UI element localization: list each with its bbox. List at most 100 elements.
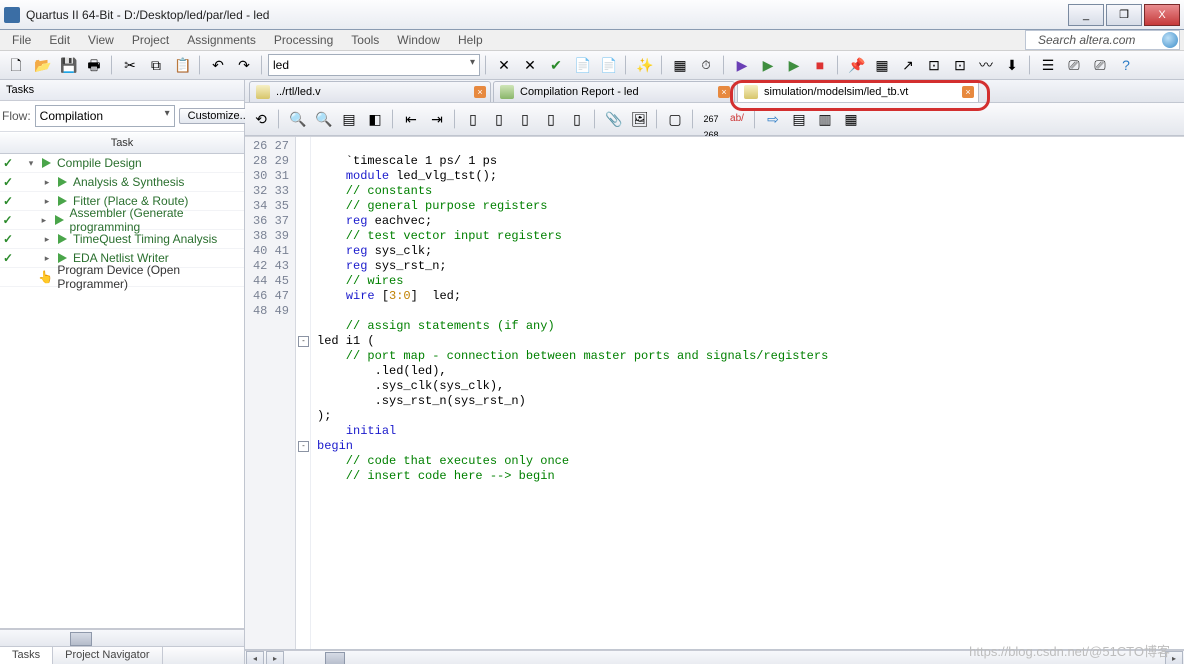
image-icon[interactable]: 🖼: [627, 107, 651, 131]
play-icon[interactable]: [58, 234, 67, 244]
btn1-icon[interactable]: ▯: [461, 107, 485, 131]
analyze-icon[interactable]: ▶: [756, 53, 780, 77]
layout2-icon[interactable]: ▥: [813, 107, 837, 131]
doc-icon[interactable]: 📄: [570, 53, 594, 77]
new-file-icon[interactable]: 🗋: [4, 53, 28, 77]
btn4-icon[interactable]: ▯: [539, 107, 563, 131]
task-expander-icon[interactable]: ▸: [42, 253, 52, 264]
play-icon[interactable]: [58, 177, 67, 187]
menu-window[interactable]: Window: [389, 32, 448, 48]
settings2-icon[interactable]: ✕: [518, 53, 542, 77]
wave-icon[interactable]: 〰: [974, 53, 998, 77]
menu-processing[interactable]: Processing: [266, 32, 341, 48]
settings-icon[interactable]: ✕: [492, 53, 516, 77]
synth-icon[interactable]: ▶: [782, 53, 806, 77]
menu-edit[interactable]: Edit: [41, 32, 78, 48]
btn3-icon[interactable]: ▯: [513, 107, 537, 131]
play-icon[interactable]: [42, 158, 51, 168]
menu-view[interactable]: View: [80, 32, 122, 48]
save-icon[interactable]: 💾: [56, 53, 80, 77]
search-altera-input[interactable]: Search altera.com: [1025, 30, 1180, 50]
play-icon[interactable]: [58, 253, 67, 263]
tasks-hscroll[interactable]: [0, 629, 244, 646]
ab-icon[interactable]: ab/: [725, 107, 749, 131]
check-icon[interactable]: ✔: [544, 53, 568, 77]
task-row[interactable]: ✓▸Analysis & Synthesis: [0, 173, 244, 192]
print-icon[interactable]: 🖶: [82, 53, 106, 77]
pin-icon[interactable]: 📌: [844, 53, 868, 77]
btn5-icon[interactable]: ▯: [565, 107, 589, 131]
file-tab[interactable]: ../rtl/led.v×: [249, 81, 491, 102]
compile-icon[interactable]: ▶: [730, 53, 754, 77]
task-expander-icon[interactable]: ▸: [42, 234, 52, 245]
arrow-icon[interactable]: ↗: [896, 53, 920, 77]
play-icon[interactable]: [55, 215, 64, 225]
layout3-icon[interactable]: ▦: [839, 107, 863, 131]
toggle-icon[interactable]: ◧: [363, 107, 387, 131]
menu-file[interactable]: File: [4, 32, 39, 48]
cut-icon[interactable]: ✂: [118, 53, 142, 77]
nav-back-icon[interactable]: ⟲: [249, 107, 273, 131]
left-tab-project-navigator[interactable]: Project Navigator: [53, 647, 162, 664]
close-tab-icon[interactable]: ×: [474, 86, 486, 98]
indent-icon[interactable]: ⇥: [425, 107, 449, 131]
replace-icon[interactable]: 🔍: [311, 107, 335, 131]
close-tab-icon[interactable]: ×: [962, 86, 974, 98]
redo-icon[interactable]: ↷: [232, 53, 256, 77]
code-content[interactable]: `timescale 1 ps/ 1 ps module led_vlg_tst…: [311, 137, 1184, 649]
num-icon[interactable]: 267268: [699, 107, 723, 131]
doc2-icon[interactable]: 📄: [596, 53, 620, 77]
code-editor[interactable]: 26 27 28 29 30 31 32 33 34 35 36 37 38 3…: [245, 136, 1184, 650]
flow-select[interactable]: Compilation: [35, 105, 175, 127]
chip-icon[interactable]: ▦: [668, 53, 692, 77]
task-row[interactable]: 👆Program Device (Open Programmer): [0, 268, 244, 287]
undo-icon[interactable]: ↶: [206, 53, 230, 77]
menu-tools[interactable]: Tools: [343, 32, 387, 48]
close-tab-icon[interactable]: ×: [718, 86, 730, 98]
maximize-button[interactable]: ❐: [1106, 4, 1142, 26]
fold-column[interactable]: --: [296, 137, 311, 649]
left-tab-tasks[interactable]: Tasks: [0, 647, 53, 664]
goto-icon[interactable]: ⇨: [761, 107, 785, 131]
btn2-icon[interactable]: ▯: [487, 107, 511, 131]
task-row[interactable]: ✓▸TimeQuest Timing Analysis: [0, 230, 244, 249]
close-button[interactable]: X: [1144, 4, 1180, 26]
task-expander-icon[interactable]: ▸: [39, 215, 48, 226]
scroll-left-icon[interactable]: ◂: [246, 651, 264, 664]
tools3-icon[interactable]: ⎚: [1088, 53, 1112, 77]
tools2-icon[interactable]: ⎚: [1062, 53, 1086, 77]
fold-icon[interactable]: -: [298, 336, 309, 347]
file-tab[interactable]: simulation/modelsim/led_tb.vt×: [737, 81, 979, 102]
file-tab[interactable]: Compilation Report - led×: [493, 81, 735, 102]
programmer-icon[interactable]: ⬇: [1000, 53, 1024, 77]
doc-toggle-icon[interactable]: ▢: [663, 107, 687, 131]
scroll-right-icon[interactable]: ▸: [266, 651, 284, 664]
outdent-icon[interactable]: ⇤: [399, 107, 423, 131]
scroll-thumb[interactable]: [70, 632, 92, 646]
editor-scroll-thumb[interactable]: [325, 652, 345, 664]
gate2-icon[interactable]: ⊡: [948, 53, 972, 77]
menu-project[interactable]: Project: [124, 32, 177, 48]
gate-icon[interactable]: ⊡: [922, 53, 946, 77]
find-icon[interactable]: 🔍: [285, 107, 309, 131]
tools1-icon[interactable]: ☰: [1036, 53, 1060, 77]
help-icon[interactable]: ?: [1114, 53, 1138, 77]
task-row[interactable]: ✓▸Assembler (Generate programming: [0, 211, 244, 230]
attach-icon[interactable]: 📎: [601, 107, 625, 131]
task-row[interactable]: ✓▾Compile Design: [0, 154, 244, 173]
minimize-button[interactable]: _: [1068, 4, 1104, 26]
task-expander-icon[interactable]: ▸: [42, 196, 52, 207]
project-combo[interactable]: led: [268, 54, 480, 76]
paste-icon[interactable]: 📋: [170, 53, 194, 77]
menu-help[interactable]: Help: [450, 32, 491, 48]
fold-icon[interactable]: -: [298, 441, 309, 452]
stop-icon[interactable]: ■: [808, 53, 832, 77]
layout1-icon[interactable]: ▤: [787, 107, 811, 131]
task-expander-icon[interactable]: ▾: [26, 158, 36, 169]
wand-icon[interactable]: ✨: [632, 53, 656, 77]
open-file-icon[interactable]: 📂: [30, 53, 54, 77]
chip2-icon[interactable]: ▦: [870, 53, 894, 77]
copy-icon[interactable]: ⧉: [144, 53, 168, 77]
play-icon[interactable]: [58, 196, 67, 206]
bookmark-icon[interactable]: ▤: [337, 107, 361, 131]
